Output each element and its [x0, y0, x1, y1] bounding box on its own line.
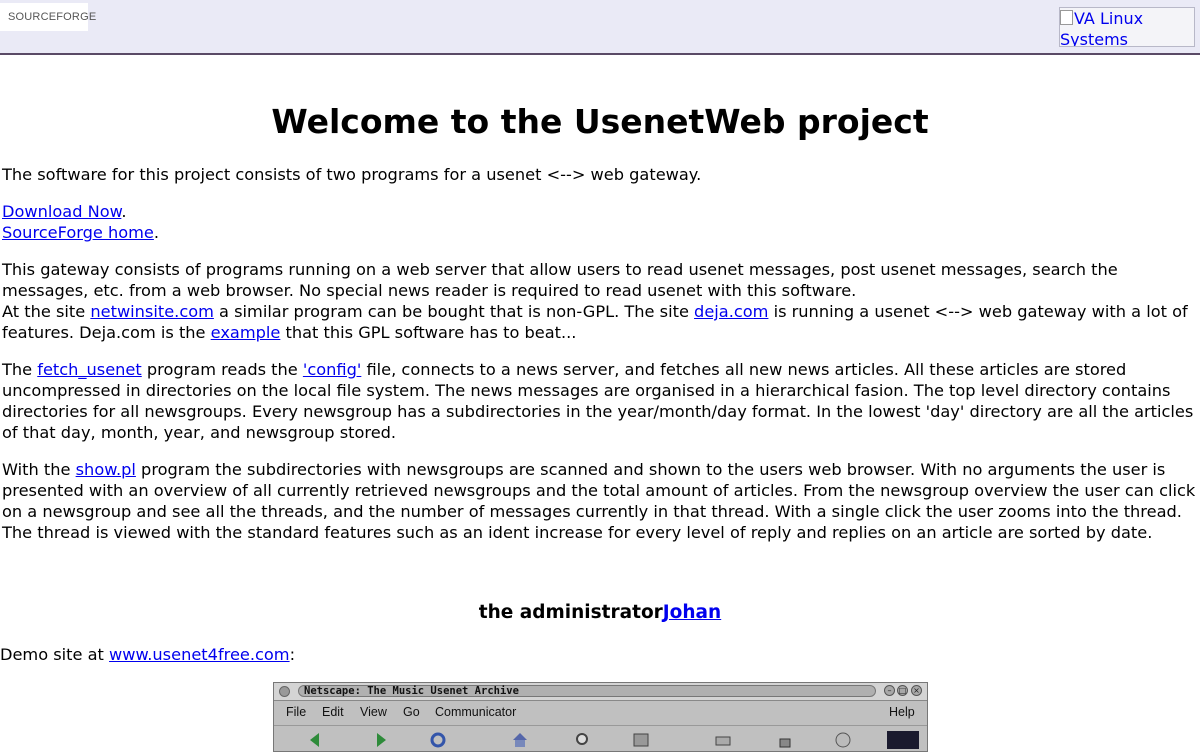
fetch-paragraph: The fetch_usenet program reads the 'conf…: [2, 359, 1198, 443]
fetch-text-a: The: [2, 360, 38, 379]
sourceforge-diamond-icon: [0, 13, 8, 21]
johan-link[interactable]: Johan: [663, 602, 721, 623]
download-tail: .: [121, 202, 127, 221]
netscape-screenshot: Netscape: The Music Usenet Archive – □ ×…: [273, 682, 928, 752]
header-bar: [0, 0, 1200, 53]
administrator-line: the administratorJohan: [0, 601, 1200, 625]
home-icon: [513, 733, 527, 747]
stop-icon: [835, 732, 851, 748]
sourceforge-logo[interactable]: SOURCEFORGE: [0, 3, 96, 31]
netscape-menu-bar: File Edit View Go Communicator Help: [274, 702, 927, 722]
header-divider: [0, 53, 1200, 55]
security-icon: [779, 738, 791, 748]
search-icon: [576, 733, 588, 745]
maximize-icon: □: [897, 685, 908, 696]
gateway-text-b: a similar program can be bought that is …: [213, 302, 695, 321]
menu-file: File: [286, 705, 307, 719]
menu-communicator: Communicator: [435, 705, 517, 719]
broken-image-icon: [1060, 10, 1073, 25]
netscape-logo-icon: [887, 731, 919, 749]
netscape-window-title: Netscape: The Music Usenet Archive: [304, 685, 519, 697]
va-linux-sponsor-image[interactable]: VA Linux Systems: [1059, 7, 1195, 47]
netscape-toolbar: [274, 725, 927, 751]
show-text-a: With the: [2, 460, 76, 479]
netwinsite-link[interactable]: netwinsite.com: [90, 302, 214, 321]
demo-paragraph: Demo site at www.usenet4free.com:: [0, 644, 1196, 665]
usenet4free-link[interactable]: www.usenet4free.com: [109, 645, 290, 664]
intro-paragraph: The software for this project consists o…: [2, 165, 702, 184]
forward-arrow-icon: [377, 733, 386, 747]
gateway-text-d: that this GPL software has to beat...: [280, 323, 577, 342]
reload-icon: [430, 732, 446, 748]
back-arrow-icon: [310, 733, 319, 747]
sourceforge-home-link[interactable]: SourceForge home: [2, 223, 154, 242]
download-now-link[interactable]: Download Now: [2, 202, 121, 221]
show-text-b: program the subdirectories with newsgrou…: [2, 460, 1196, 542]
links-paragraph: Download Now. SourceForge home.: [2, 201, 1198, 243]
menu-help: Help: [889, 705, 915, 719]
page-title: Welcome to the UsenetWeb project: [271, 102, 929, 141]
print-icon: [715, 736, 731, 746]
administrator-label: the administrator: [478, 602, 663, 623]
show-paragraph: With the show.pl program the subdirector…: [2, 459, 1198, 543]
demo-text-b: :: [289, 645, 296, 664]
sourceforge-logo-text: SOURCEFORGE: [8, 10, 97, 23]
gateway-paragraph: This gateway consists of programs runnin…: [2, 259, 1198, 343]
example-link[interactable]: example: [211, 323, 281, 342]
window-menu-icon: [279, 686, 290, 697]
fetch-usenet-link[interactable]: fetch_usenet: [37, 360, 141, 379]
show-pl-link[interactable]: show.pl: [76, 460, 136, 479]
minimize-icon: –: [884, 685, 895, 696]
sf-home-tail: .: [153, 223, 160, 242]
gateway-text-a: At the site: [2, 302, 91, 321]
menu-view: View: [360, 705, 387, 719]
menu-go: Go: [403, 705, 420, 719]
menu-edit: Edit: [322, 705, 344, 719]
guide-icon: [633, 733, 649, 747]
config-link[interactable]: 'config': [303, 360, 361, 379]
fetch-text-b: program reads the: [141, 360, 303, 379]
demo-text-a: Demo site at: [0, 645, 110, 664]
gateway-line1: This gateway consists of programs runnin…: [2, 260, 1118, 300]
deja-link[interactable]: deja.com: [694, 302, 768, 321]
close-icon: ×: [911, 685, 922, 696]
netscape-title-bar: Netscape: The Music Usenet Archive – □ ×: [274, 683, 927, 701]
